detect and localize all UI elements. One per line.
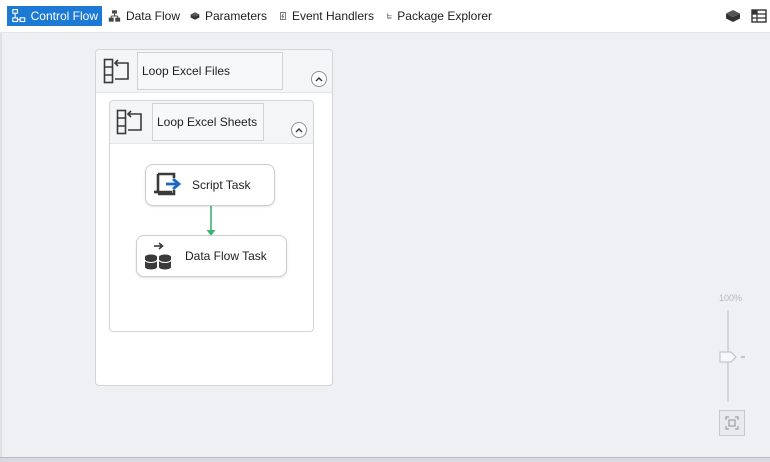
zoom-level-label: 100% [719,293,743,303]
control-flow-icon [12,9,26,23]
collapse-button[interactable] [311,71,327,87]
script-task-icon [154,172,182,196]
tab-parameters[interactable]: Parameters [186,6,271,26]
tab-package-explorer[interactable]: Package Explorer [382,6,496,26]
zoom-default-tick [741,356,745,358]
tab-label: Package Explorer [397,9,492,23]
designer-tab-bar: Control Flow Data Flow Parameters Event … [0,0,770,33]
tab-label: Control Flow [30,9,98,23]
variables-grid-icon[interactable] [751,8,767,24]
tab-data-flow[interactable]: Data Flow [104,6,184,26]
package-explorer-icon [386,13,392,19]
foreach-loop-icon [116,109,142,135]
event-handlers-icon [280,12,286,20]
collapse-button[interactable] [291,122,307,138]
canvas-bottom-border [0,457,770,462]
canvas-border [0,33,2,457]
tab-label: Event Handlers [291,9,374,23]
container-title[interactable]: Loop Excel Files [137,52,283,90]
fit-to-window-icon [725,416,739,430]
chevron-up-icon [295,128,303,133]
zoom-slider-thumb[interactable] [719,351,737,363]
foreach-loop-icon [103,58,129,84]
task-label: Script Task [192,178,251,192]
zoom-to-fit-button[interactable] [719,410,745,436]
tab-label: Data Flow [125,9,180,23]
tab-control-flow[interactable]: Control Flow [7,6,102,26]
container-title-text: Loop Excel Files [142,64,231,78]
tab-event-handlers[interactable]: Event Handlers [275,6,378,26]
package-icon[interactable] [725,8,741,24]
script-task[interactable]: Script Task [145,164,275,206]
data-flow-icon [108,10,121,22]
data-flow-task[interactable]: Data Flow Task [136,235,287,277]
parameters-icon [190,12,200,20]
chevron-up-icon [315,77,323,82]
container-title-text: Loop Excel Sheets [157,115,258,129]
tab-label: Parameters [204,9,267,23]
task-label: Data Flow Task [185,249,267,263]
container-title[interactable]: Loop Excel Sheets [152,103,264,141]
precedence-constraint-arrow[interactable] [203,205,219,238]
data-flow-task-icon [144,242,172,270]
